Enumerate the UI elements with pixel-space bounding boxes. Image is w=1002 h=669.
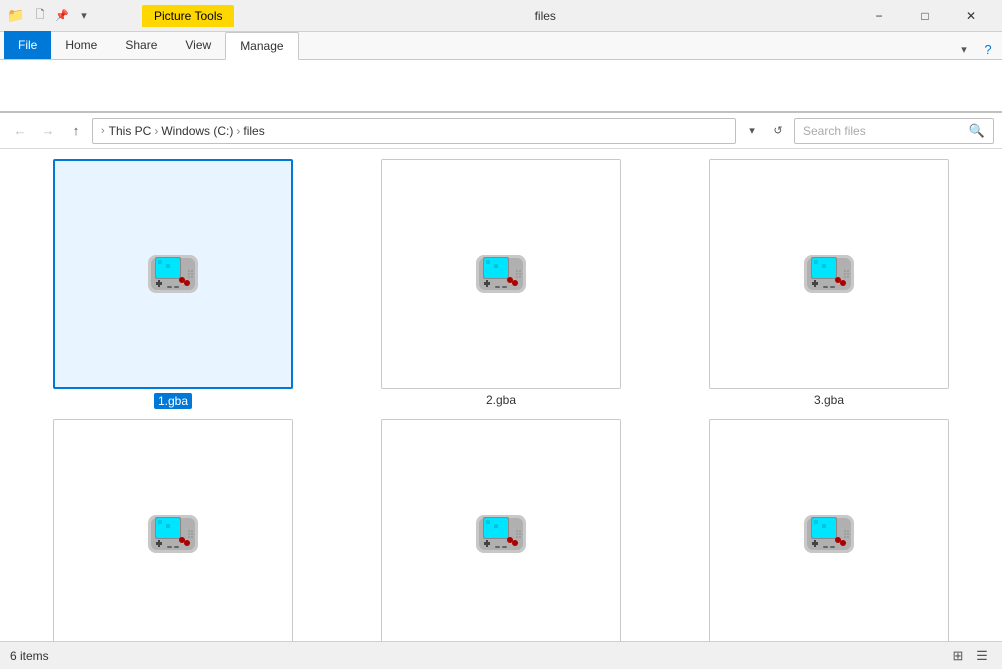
search-icon: 🔍 [969,123,985,139]
ribbon: File Home Share View Manage ▾ ? [0,32,1002,113]
close-button[interactable]: ✕ [948,0,994,32]
ribbon-content [0,60,1002,112]
picture-tools-label: Picture Tools [142,5,234,27]
file-item-6[interactable]: 6.gba [670,419,988,641]
file-thumbnail-5 [381,419,621,641]
help-button[interactable]: ? [978,39,998,59]
file-label-2: 2.gba [486,393,516,407]
item-count: 6 items [10,649,49,663]
gba-icon-2 [471,247,531,302]
qa-new-button[interactable]: 🗋 [30,6,50,26]
qa-dropdown-button[interactable]: ▾ [74,6,94,26]
window-controls: − □ ✕ [856,0,994,32]
title-bar: 📁 🗋 📌 ▾ Picture Tools files − □ ✕ [0,0,1002,32]
large-icons-view-button[interactable]: ⊞ [948,646,968,666]
file-label-1: 1.gba [154,393,192,409]
address-part-folder: files [243,124,264,138]
forward-button[interactable]: → [36,119,60,143]
file-item-3[interactable]: 3.gba [670,159,988,409]
gba-icon-4 [143,507,203,562]
refresh-button[interactable]: ↺ [766,118,790,144]
address-dropdown-button[interactable]: ▾ [740,118,764,144]
gba-icon-5 [471,507,531,562]
search-box[interactable]: Search files 🔍 [794,118,994,144]
gba-icon-6 [799,507,859,562]
file-item-4[interactable]: 4.gba [14,419,332,641]
file-thumbnail-3 [709,159,949,389]
tab-manage[interactable]: Manage [225,32,298,60]
gba-icon-1 [143,247,203,302]
status-bar: 6 items ⊞ ☰ [0,641,1002,669]
search-placeholder: Search files [803,124,963,138]
file-thumbnail-4 [53,419,293,641]
details-view-button[interactable]: ☰ [972,646,992,666]
app-icon: 📁 [8,8,24,24]
ribbon-collapse-button[interactable]: ▾ [954,39,974,59]
address-part-drive: Windows (C:) [161,124,233,138]
address-right-buttons: ▾ ↺ [740,118,790,144]
file-label-3: 3.gba [814,393,844,407]
minimize-button[interactable]: − [856,0,902,32]
file-thumbnail-1 [53,159,293,389]
file-item-2[interactable]: 2.gba [342,159,660,409]
ribbon-tabs: File Home Share View Manage ▾ ? [0,32,1002,60]
address-sep-2: › [236,124,240,138]
address-bar[interactable]: › This PC › Windows (C:) › files [92,118,736,144]
qa-pin-button[interactable]: 📌 [52,6,72,26]
up-button[interactable]: ↑ [64,119,88,143]
address-part-thispc: This PC [109,124,152,138]
file-item-1[interactable]: 1.gba [14,159,332,409]
window-title: files [234,9,856,23]
tab-view[interactable]: View [171,31,225,59]
tab-file[interactable]: File [4,31,51,59]
file-thumbnail-2 [381,159,621,389]
gba-icon-3 [799,247,859,302]
file-thumbnail-6 [709,419,949,641]
tab-home[interactable]: Home [51,31,111,59]
main-content: 1.gba [0,149,1002,641]
back-button[interactable]: ← [8,119,32,143]
file-item-5[interactable]: 5.gba [342,419,660,641]
tab-share[interactable]: Share [111,31,171,59]
address-chevron-1: › [101,125,105,137]
file-grid: 1.gba [14,159,988,641]
address-sep-1: › [154,124,158,138]
quick-access-toolbar: 🗋 📌 ▾ [30,6,94,26]
maximize-button[interactable]: □ [902,0,948,32]
nav-bar: ← → ↑ › This PC › Windows (C:) › files ▾… [0,113,1002,149]
title-bar-icons: 📁 🗋 📌 ▾ [8,6,94,26]
status-right: ⊞ ☰ [948,646,992,666]
